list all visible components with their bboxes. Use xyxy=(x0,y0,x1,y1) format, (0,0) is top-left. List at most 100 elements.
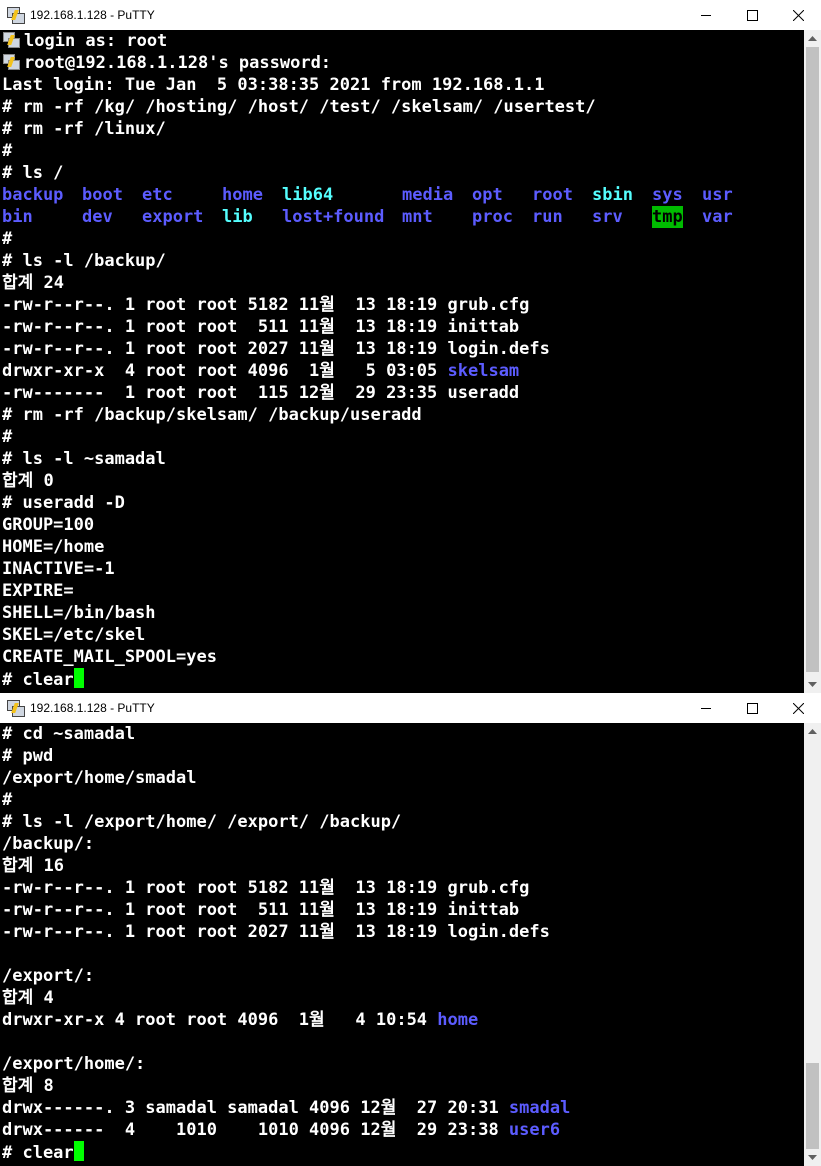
line-text: # xyxy=(2,141,13,161)
scrollbar[interactable] xyxy=(804,30,821,693)
directory-name: user6 xyxy=(508,1120,561,1140)
ls-entry-root: root xyxy=(532,185,573,205)
line-text: drwxr-xr-x 4 root root 4096 1월 5 03:05 xyxy=(2,361,448,381)
close-button[interactable] xyxy=(775,693,821,723)
putty-window-1: 192.168.1.128 - PuTTY login as: root root… xyxy=(0,0,821,694)
terminal-line: 합계 0 xyxy=(0,470,804,492)
line-text: 합계 8 xyxy=(2,1076,54,1096)
line-text: # xyxy=(2,790,13,810)
line-text: -rw-r--r--. 1 root root 2027 11월 13 18:1… xyxy=(2,922,550,942)
terminal-cursor xyxy=(73,668,84,688)
terminal-cursor xyxy=(73,1141,84,1161)
scrollbar-thumb[interactable] xyxy=(806,1063,819,1149)
terminal-output[interactable]: login as: root root@192.168.1.128's passw… xyxy=(0,30,804,693)
putty-app-icon[interactable] xyxy=(6,6,25,24)
close-button[interactable] xyxy=(775,0,821,30)
line-text: INACTIVE=-1 xyxy=(2,559,115,579)
directory-name: home xyxy=(437,1010,479,1030)
terminal-line: # useradd -D xyxy=(0,492,804,514)
line-text: # clear xyxy=(2,670,74,690)
terminal-line: drwxr-xr-x 4 root root 4096 1월 5 03:05 s… xyxy=(0,360,804,382)
terminal-line: # xyxy=(0,789,804,811)
line-text: root@192.168.1.128's password: xyxy=(24,53,332,73)
line-text: EXPIRE= xyxy=(2,581,74,601)
ls-entry-dev: dev xyxy=(82,207,113,227)
terminal-line: HOME=/home xyxy=(0,536,804,558)
terminal-line: drwxr-xr-x 4 root root 4096 1월 4 10:54 h… xyxy=(0,1009,804,1031)
line-text: drwxr-xr-x 4 root root 4096 1월 4 10:54 xyxy=(2,1010,438,1030)
line-text: -rw-r--r--. 1 root root 511 11월 13 18:19… xyxy=(2,900,520,920)
ls-entry-proc: proc xyxy=(472,207,513,227)
terminal-line: # xyxy=(0,140,804,162)
line-text: -rw-r--r--. 1 root root 5182 11월 13 18:1… xyxy=(2,878,530,898)
terminal-line: root@192.168.1.128's password: xyxy=(0,52,804,74)
title-bar[interactable]: 192.168.1.128 - PuTTY xyxy=(0,693,821,723)
ls-entry-var: var xyxy=(702,207,733,227)
putty-window-2: 192.168.1.128 - PuTTY # cd ~samadal # pwd… xyxy=(0,693,821,1166)
terminal-line: -rw-r--r--. 1 root root 5182 11월 13 18:1… xyxy=(0,294,804,316)
terminal-line: # clear xyxy=(0,1141,804,1163)
line-text: GROUP=100 xyxy=(2,515,95,535)
line-text: 합계 16 xyxy=(2,856,64,876)
terminal-line: # clear xyxy=(0,668,804,690)
line-text: # clear xyxy=(2,1143,74,1163)
ls-output-row: bin dev export lib lost+found mnt proc run srv tm… xyxy=(0,206,804,228)
ls-entry-tmp: tmp xyxy=(652,206,683,228)
directory-name: skelsam xyxy=(447,361,520,381)
terminal-output[interactable]: # cd ~samadal # pwd/export/home/smadal # # … xyxy=(0,723,804,1166)
scroll-down-arrow-icon[interactable] xyxy=(804,1149,821,1166)
scroll-down-arrow-icon[interactable] xyxy=(804,676,821,693)
line-text: -rw-r--r--. 1 root root 5182 11월 13 18:1… xyxy=(2,295,530,315)
line-text: /export/home/smadal xyxy=(2,768,197,788)
ls-entry-usr: usr xyxy=(702,185,733,205)
line-text: -rw-r--r--. 1 root root 2027 11월 13 18:1… xyxy=(2,339,550,359)
terminal-line: 합계 8 xyxy=(0,1075,804,1097)
terminal-line: GROUP=100 xyxy=(0,514,804,536)
title-bar[interactable]: 192.168.1.128 - PuTTY xyxy=(0,0,821,30)
scroll-up-arrow-icon[interactable] xyxy=(804,723,821,740)
terminal-line: # cd ~samadal xyxy=(0,723,804,745)
line-text: HOME=/home xyxy=(2,537,105,557)
terminal-line: # xyxy=(0,426,804,448)
line-text: /export/home/: xyxy=(2,1054,146,1074)
line-text: # rm -rf /kg/ /hosting/ /host/ /test/ /s… xyxy=(2,97,596,117)
terminal-line: # ls -l /backup/ xyxy=(0,250,804,272)
maximize-button[interactable] xyxy=(729,0,775,30)
line-text: # pwd xyxy=(2,746,54,766)
putty-prompt-icon xyxy=(2,53,20,71)
minimize-button[interactable] xyxy=(683,693,729,723)
ls-entry-srv: srv xyxy=(592,207,623,227)
ls-entry-media: media xyxy=(402,185,454,205)
line-text: CREATE_MAIL_SPOOL=yes xyxy=(2,647,217,667)
window-title: 192.168.1.128 - PuTTY xyxy=(30,8,155,22)
window-title: 192.168.1.128 - PuTTY xyxy=(30,701,155,715)
scroll-up-arrow-icon[interactable] xyxy=(804,30,821,47)
terminal-line: -rw------- 1 root root 115 12월 29 23:35 … xyxy=(0,382,804,404)
ls-entry-lostfound: lost+found xyxy=(282,207,385,227)
terminal-line: drwx------ 4 1010 1010 4096 12월 29 23:38… xyxy=(0,1119,804,1141)
terminal-line: # xyxy=(0,228,804,250)
terminal-line: 합계 16 xyxy=(0,855,804,877)
terminal-line: login as: root xyxy=(0,30,804,52)
line-text: SHELL=/bin/bash xyxy=(2,603,156,623)
maximize-button[interactable] xyxy=(729,693,775,723)
line-text: # rm -rf /linux/ xyxy=(2,119,166,139)
line-text: Last login: Tue Jan 5 03:38:35 2021 from… xyxy=(2,75,545,95)
ls-entry-sys: sys xyxy=(652,185,683,205)
putty-prompt-icon xyxy=(2,31,20,49)
terminal-line: 합계 4 xyxy=(0,987,804,1009)
scrollbar[interactable] xyxy=(804,723,821,1166)
line-text: # xyxy=(2,427,13,447)
terminal-line: /export/home/smadal xyxy=(0,767,804,789)
ls-entry-backup: backup xyxy=(2,185,64,205)
line-text: 합계 4 xyxy=(2,988,54,1008)
scrollbar-thumb[interactable] xyxy=(806,47,819,672)
putty-app-icon[interactable] xyxy=(6,699,25,717)
minimize-button[interactable] xyxy=(683,0,729,30)
terminal-line: /export/: xyxy=(0,965,804,987)
terminal-line: CREATE_MAIL_SPOOL=yes xyxy=(0,646,804,668)
terminal-line: # ls -l /export/home/ /export/ /backup/ xyxy=(0,811,804,833)
terminal-line: /backup/: xyxy=(0,833,804,855)
